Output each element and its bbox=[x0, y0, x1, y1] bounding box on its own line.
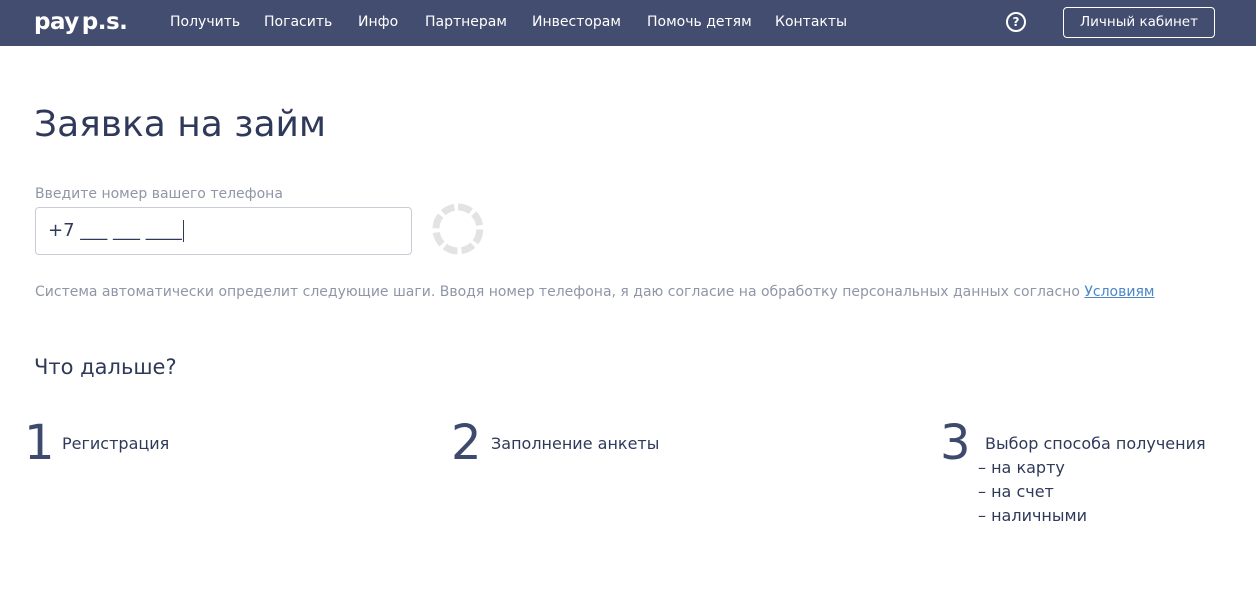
nav-item-help-children[interactable]: Помочь детям bbox=[647, 14, 752, 31]
spinner-segment bbox=[471, 211, 484, 227]
receive-option-card: – на карту bbox=[978, 458, 1065, 477]
question-circle-icon[interactable]: ? bbox=[1006, 12, 1026, 32]
nav-item-repay[interactable]: Погасить bbox=[264, 14, 332, 31]
logo-ps-text: p.s. bbox=[81, 9, 128, 35]
receive-option-cash: – наличными bbox=[978, 506, 1087, 525]
phone-input-value: +7 ___ ___ ____ bbox=[48, 220, 182, 241]
nav-item-get[interactable]: Получить bbox=[170, 14, 240, 31]
loading-spinner-icon bbox=[432, 203, 484, 255]
consent-statement: Система автоматически определит следующи… bbox=[35, 284, 1085, 300]
spinner-segment bbox=[472, 229, 484, 245]
phone-field-label: Введите номер вашего телефона bbox=[35, 186, 283, 202]
phone-input[interactable]: +7 ___ ___ ____ bbox=[35, 207, 412, 255]
step-label-questionnaire: Заполнение анкеты bbox=[491, 434, 660, 453]
receive-option-account: – на счет bbox=[978, 482, 1054, 501]
top-navigation-bar: pay p.s. Получить Погасить Инфо Партнерам… bbox=[0, 0, 1256, 46]
nav-item-info[interactable]: Инфо bbox=[358, 14, 398, 31]
spinner-segment bbox=[432, 213, 444, 229]
nav-item-investors[interactable]: Инвесторам bbox=[532, 14, 621, 31]
terms-link[interactable]: Условиям bbox=[1084, 284, 1154, 300]
step-label-receive-method: Выбор способа получения bbox=[985, 434, 1206, 453]
logo-pay-text: pay bbox=[34, 9, 79, 35]
nav-item-partners[interactable]: Партнерам bbox=[425, 14, 507, 31]
step-number-3: 3 bbox=[940, 415, 971, 471]
spinner-segment bbox=[460, 242, 476, 255]
personal-account-button[interactable]: Личный кабинет bbox=[1063, 7, 1215, 38]
step-label-registration: Регистрация bbox=[62, 434, 170, 453]
spinner-segment bbox=[442, 243, 458, 255]
whats-next-heading: Что дальше? bbox=[34, 355, 177, 379]
step-number-1: 1 bbox=[24, 415, 55, 471]
spinner-segment bbox=[432, 231, 445, 247]
text-caret bbox=[182, 220, 184, 242]
step-number-2: 2 bbox=[451, 415, 482, 471]
spinner-segment bbox=[440, 203, 456, 216]
page-title: Заявка на займ bbox=[34, 104, 327, 145]
nav-item-contacts[interactable]: Контакты bbox=[775, 14, 847, 31]
consent-text: Система автоматически определит следующи… bbox=[35, 283, 1154, 301]
paypss-logo[interactable]: pay p.s. bbox=[34, 8, 128, 36]
spinner-segment bbox=[457, 203, 473, 215]
